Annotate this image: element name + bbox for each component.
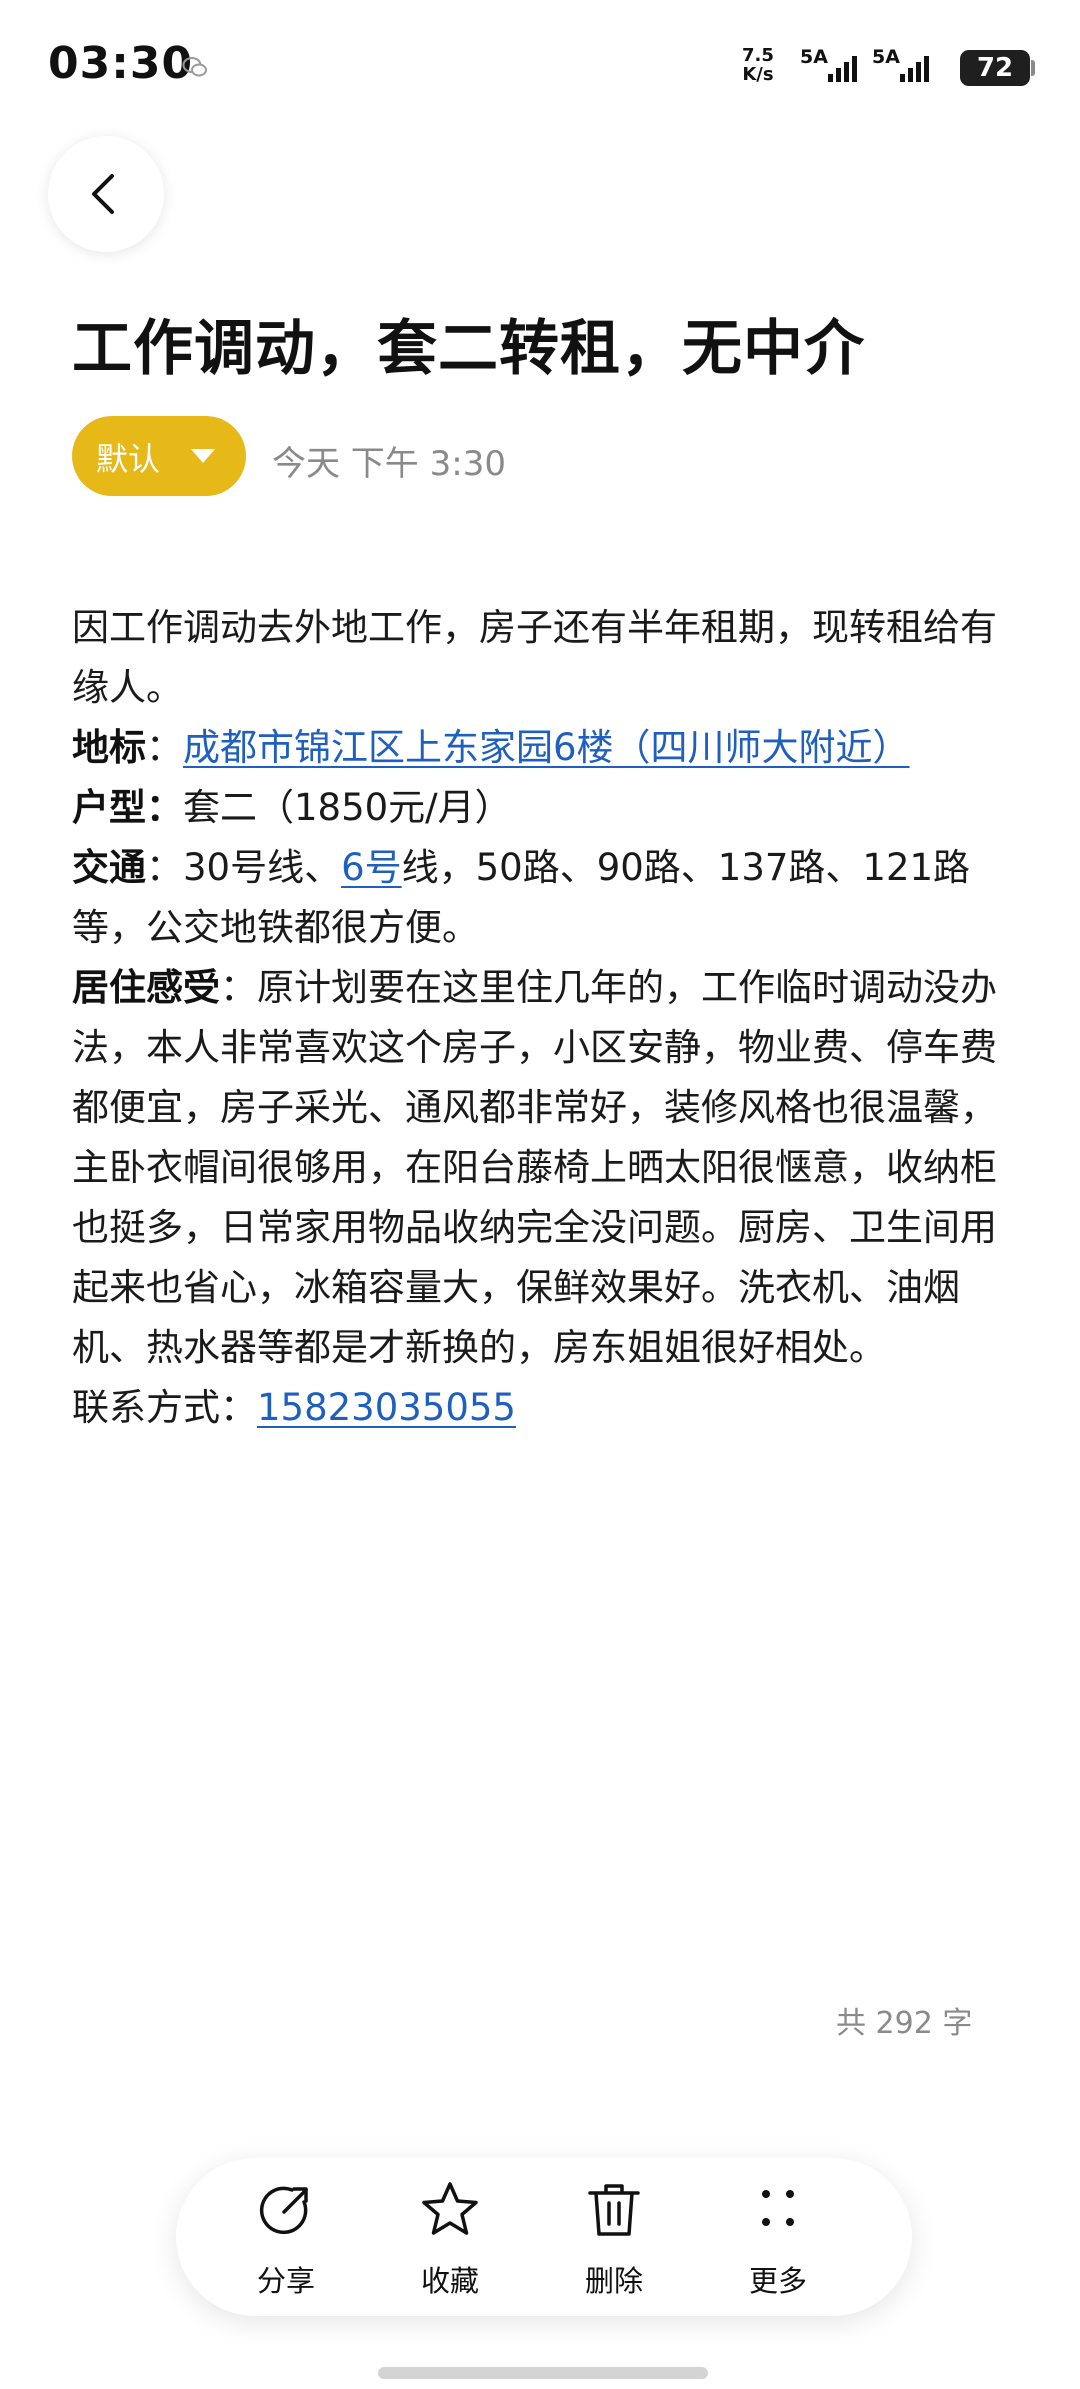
back-button[interactable] bbox=[48, 136, 164, 252]
transport-label: 交通 bbox=[72, 846, 146, 889]
note-body[interactable]: 因工作调动去外地工作，房子还有半年租期，现转租给有缘人。 地标：成都市锦江区上东… bbox=[72, 598, 1032, 1438]
landmark-link[interactable]: 成都市锦江区上东家园6楼（四川师大附近） bbox=[183, 726, 910, 769]
bottom-toolbar: 分享 收藏 删除 更多 bbox=[176, 2158, 912, 2316]
landmark-label: 地标 bbox=[72, 726, 146, 769]
battery-tip bbox=[1031, 60, 1035, 76]
share-label: 分享 bbox=[256, 2264, 315, 2298]
network-speed: 7.5 K/s bbox=[742, 46, 774, 84]
signal-icon bbox=[900, 56, 929, 82]
caret-down-icon bbox=[191, 449, 215, 463]
trash-icon bbox=[588, 2184, 640, 2236]
battery-indicator: 72 bbox=[960, 50, 1030, 86]
transport-link[interactable]: 6号 bbox=[341, 846, 402, 889]
network-speed-unit: K/s bbox=[742, 64, 774, 85]
transport-line: 交通：30号线、6号线，50路、90路、137路、121路等，公交地铁都很方便。 bbox=[72, 838, 1032, 958]
note-timestamp: 今天 下午 3:30 bbox=[272, 444, 506, 484]
network-speed-value: 7.5 bbox=[742, 45, 774, 66]
status-bar: 03:30 7.5 K/s 5A 5A 72 bbox=[0, 0, 1080, 130]
layout-label: 户型： bbox=[72, 786, 183, 829]
share-icon bbox=[259, 2186, 308, 2235]
layout-value: 套二（1850元/月） bbox=[183, 786, 512, 829]
category-dropdown[interactable]: 默认 bbox=[72, 416, 246, 496]
more-label: 更多 bbox=[748, 2264, 807, 2298]
contact-line: 联系方式：15823035055 bbox=[72, 1378, 1032, 1438]
status-time: 03:30 bbox=[48, 38, 194, 89]
contact-label: 联系方式： bbox=[72, 1386, 257, 1429]
signal-icon bbox=[828, 56, 857, 82]
note-title[interactable]: 工作调动，套二转租，无中介 bbox=[72, 300, 865, 387]
favorite-button[interactable]: 收藏 bbox=[390, 2178, 510, 2298]
delete-button[interactable]: 删除 bbox=[554, 2178, 674, 2298]
landmark-line: 地标：成都市锦江区上东家园6楼（四川师大附近） bbox=[72, 718, 1032, 778]
share-button[interactable]: 分享 bbox=[226, 2178, 346, 2298]
transport-prefix: ：30号线、 bbox=[146, 846, 342, 889]
more-icon bbox=[762, 2190, 794, 2226]
wechat-notification-icon bbox=[182, 57, 207, 77]
delete-label: 删除 bbox=[584, 2264, 643, 2298]
phone-link[interactable]: 15823035055 bbox=[257, 1386, 516, 1429]
feeling-line: 居住感受：原计划要在这里住几年的，工作临时调动没办法，本人非常喜欢这个房子，小区… bbox=[72, 958, 1032, 1378]
landmark-separator: ： bbox=[146, 726, 183, 769]
favorite-label: 收藏 bbox=[420, 2264, 479, 2298]
chevron-left-icon bbox=[92, 174, 114, 214]
intro-paragraph: 因工作调动去外地工作，房子还有半年租期，现转租给有缘人。 bbox=[72, 606, 997, 709]
more-button[interactable]: 更多 bbox=[718, 2178, 838, 2298]
category-label: 默认 bbox=[96, 440, 161, 478]
star-icon bbox=[422, 2182, 478, 2235]
feeling-value: ：原计划要在这里住几年的，工作临时调动没办法，本人非常喜欢这个房子，小区安静，物… bbox=[72, 966, 997, 1369]
home-indicator[interactable] bbox=[378, 2367, 708, 2379]
feeling-label: 居住感受 bbox=[72, 966, 220, 1009]
layout-line: 户型：套二（1850元/月） bbox=[72, 778, 1032, 838]
word-count: 共 292 字 bbox=[836, 2006, 973, 2041]
